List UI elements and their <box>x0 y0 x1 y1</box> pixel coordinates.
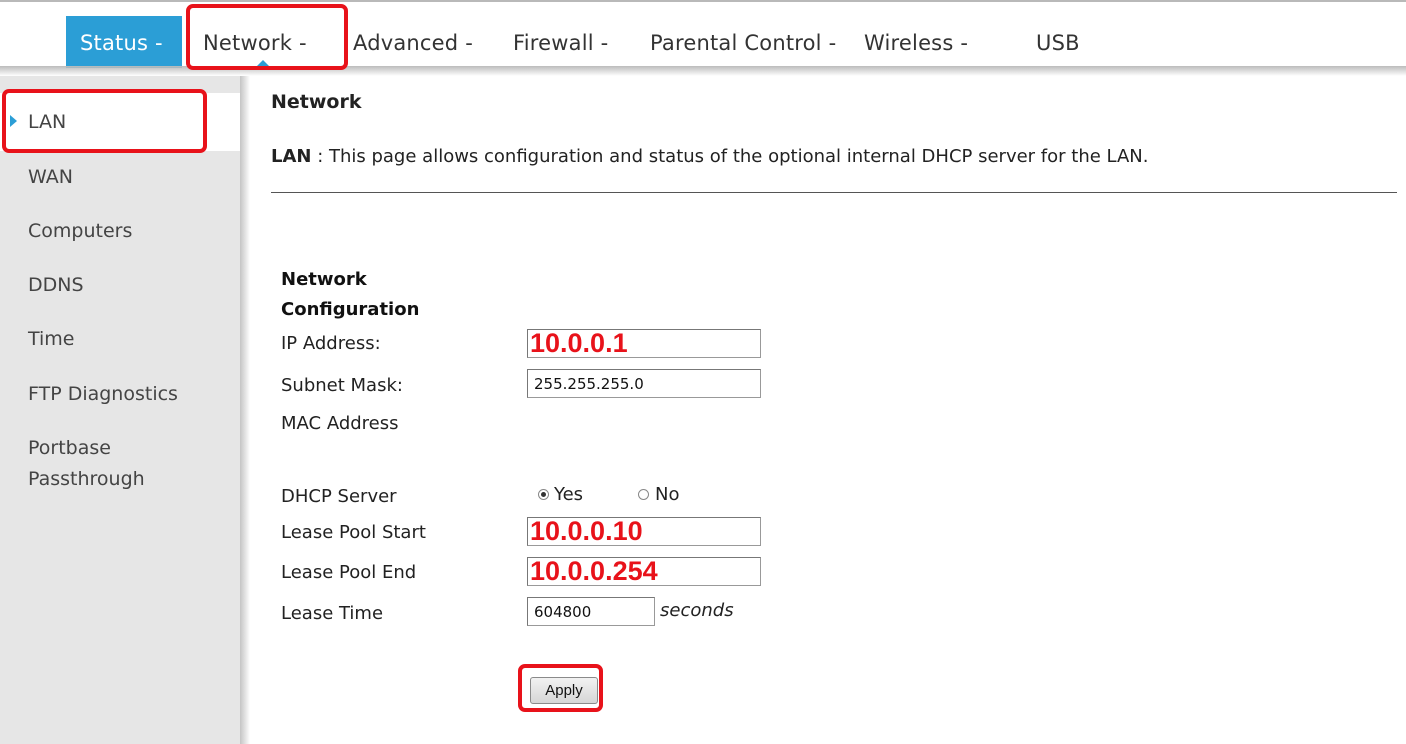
highlight-apply-button <box>518 664 603 712</box>
dhcp-server-label: DHCP Server <box>281 486 397 507</box>
section-divider <box>271 192 1397 193</box>
lease-pool-start-label: Lease Pool Start <box>281 522 426 543</box>
dhcp-yes-radio[interactable] <box>538 489 549 500</box>
sidebar-item-ftp-diagnostics[interactable]: FTP Diagnostics <box>28 379 178 410</box>
lease-time-label: Lease Time <box>281 603 384 624</box>
sidebar-edge-shadow <box>240 76 250 744</box>
lease-pool-end-label: Lease Pool End <box>281 562 417 583</box>
dhcp-yes-label: Yes <box>554 484 584 505</box>
nav-tab-advanced[interactable]: Advanced - <box>353 16 473 68</box>
mac-address-label: MAC Address <box>281 413 399 434</box>
section-heading-line2: Configuration <box>281 299 420 320</box>
description-text: : This page allows configuration and sta… <box>311 146 1149 167</box>
subnet-mask-field[interactable] <box>527 369 761 398</box>
lease-time-unit: seconds <box>660 600 734 621</box>
sidebar-item-ddns[interactable]: DDNS <box>28 270 84 301</box>
nav-tab-usb[interactable]: USB <box>1036 16 1080 68</box>
section-heading-line1: Network <box>281 269 367 290</box>
page-title: Network <box>271 91 362 113</box>
nav-tab-firewall[interactable]: Firewall - <box>513 16 608 68</box>
lease-time-field[interactable] <box>527 597 655 626</box>
highlight-network-tab <box>186 4 348 70</box>
ip-address-field[interactable] <box>527 329 761 358</box>
highlight-lan-item <box>2 89 207 153</box>
subnet-mask-label: Subnet Mask: <box>281 375 403 396</box>
ip-address-label: IP Address: <box>281 333 381 354</box>
sidebar-item-passthrough[interactable]: Passthrough <box>28 464 145 495</box>
sidebar-item-computers[interactable]: Computers <box>28 216 132 247</box>
dhcp-no-label: No <box>655 484 680 505</box>
nav-tab-status[interactable]: Status - <box>66 16 182 68</box>
dhcp-no-radio[interactable] <box>638 489 649 500</box>
lease-pool-start-field[interactable] <box>527 517 761 546</box>
sidebar-item-time[interactable]: Time <box>28 324 75 355</box>
section-heading: Network Configuration <box>281 265 419 325</box>
sidebar-item-portbase[interactable]: Portbase <box>28 433 111 464</box>
lease-pool-end-field[interactable] <box>527 557 761 586</box>
nav-tab-parental-control[interactable]: Parental Control - <box>650 16 836 68</box>
description-label: LAN <box>271 146 312 167</box>
page-description: LAN : This page allows configuration and… <box>271 146 1148 167</box>
sidebar-item-wan[interactable]: WAN <box>28 162 73 193</box>
nav-tab-wireless[interactable]: Wireless - <box>864 16 968 68</box>
